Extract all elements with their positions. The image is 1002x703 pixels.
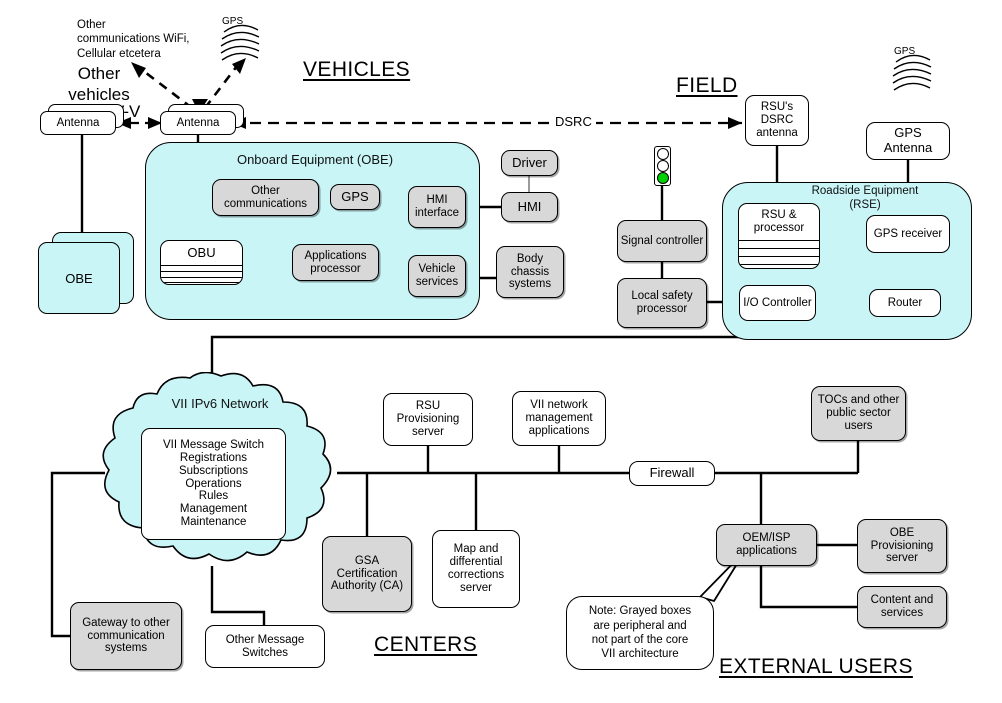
obu-slots: [161, 265, 242, 284]
title-centers: CENTERS: [374, 633, 478, 656]
gps-box-vehicle[interactable]: GPS: [330, 184, 380, 210]
applications-processor-box[interactable]: Applications processor: [292, 244, 379, 281]
other-message-switches-box[interactable]: Other Message Switches: [205, 625, 325, 668]
signal-controller-box[interactable]: Signal controller: [617, 220, 707, 262]
vehicle-antenna-stack[interactable]: Antenna: [160, 104, 244, 135]
other-vehicles-obe-stack[interactable]: OBE: [38, 232, 134, 314]
gsa-certification-authority-box[interactable]: GSA Certification Authority (CA): [322, 536, 412, 612]
vehicle-services-box[interactable]: Vehicle services: [408, 255, 466, 297]
rsu-provisioning-server-box[interactable]: RSU Provisioning server: [383, 393, 473, 446]
title-field: FIELD: [676, 74, 738, 97]
other-vehicles-antenna-stack[interactable]: Antenna: [40, 104, 124, 135]
rsu-processor-box[interactable]: RSU & processor: [738, 203, 820, 269]
other-vehicles-obe: OBE: [38, 242, 120, 314]
gps-label-right: GPS: [894, 46, 916, 57]
vii-network-management-box[interactable]: VII network management applications: [512, 391, 606, 446]
firewall-box[interactable]: Firewall: [629, 461, 715, 486]
diagram-canvas: VEHICLES FIELD CENTERS EXTERNAL USERS Ot…: [0, 0, 1002, 703]
traffic-signal-icon: [654, 146, 671, 186]
signal-lamp-red: [656, 148, 669, 160]
vii-ipv6-network-label: VII IPv6 Network: [171, 396, 269, 411]
gps-label-left: GPS: [222, 16, 244, 27]
note-callout: Note: Grayed boxes are peripheral and no…: [566, 596, 714, 670]
other-vehicles-antenna: Antenna: [40, 111, 116, 135]
label-other-vehicles: Other vehicles: [68, 64, 130, 105]
title-external-users: EXTERNAL USERS: [719, 655, 913, 678]
router-box[interactable]: Router: [869, 289, 941, 317]
gps-antenna-box[interactable]: GPS Antenna: [866, 122, 950, 160]
body-chassis-systems-box[interactable]: Body chassis systems: [496, 246, 564, 298]
rsu-dsrc-antenna-box[interactable]: RSU's DSRC antenna: [745, 95, 809, 146]
label-other-communications: Other communications WiFi, Cellular etce…: [77, 19, 190, 60]
vehicle-antenna: Antenna: [160, 111, 236, 135]
signal-lamp-yellow: [656, 160, 669, 172]
oem-isp-applications-box[interactable]: OEM/ISP applications: [716, 524, 817, 566]
label-dsrc: DSRC: [551, 114, 596, 131]
tocs-public-sector-users-box[interactable]: TOCs and other public sector users: [811, 386, 906, 441]
other-communications-box[interactable]: Other communications: [212, 179, 319, 216]
io-controller-box[interactable]: I/O Controller: [739, 285, 816, 321]
map-corrections-server-box[interactable]: Map and differential corrections server: [432, 530, 520, 608]
obu-box[interactable]: OBU: [160, 240, 243, 285]
hmi-box[interactable]: HMI: [501, 192, 558, 222]
onboard-equipment-label: Onboard Equipment (OBE): [236, 152, 394, 167]
obu-label: OBU: [187, 244, 216, 260]
driver-box[interactable]: Driver: [501, 150, 558, 176]
signal-lamp-green: [656, 172, 669, 184]
gps-satellite-icon-left: GPS: [214, 16, 268, 64]
hmi-interface-box[interactable]: HMI interface: [408, 186, 466, 228]
gps-satellite-icon-right: GPS: [886, 46, 940, 94]
local-safety-processor-box[interactable]: Local safety processor: [617, 278, 707, 328]
rsu-processor-label: RSU & processor: [753, 209, 805, 234]
title-vehicles: VEHICLES: [303, 58, 411, 81]
gateway-other-communication-box[interactable]: Gateway to other communication systems: [70, 602, 182, 670]
gps-receiver-box[interactable]: GPS receiver: [866, 215, 950, 253]
vii-message-switch-box[interactable]: VII Message Switch Registrations Subscri…: [141, 428, 286, 540]
obe-provisioning-server-box[interactable]: OBE Provisioning server: [857, 519, 947, 573]
rsu-processor-slots: [739, 239, 819, 268]
content-and-services-box[interactable]: Content and services: [857, 586, 947, 628]
